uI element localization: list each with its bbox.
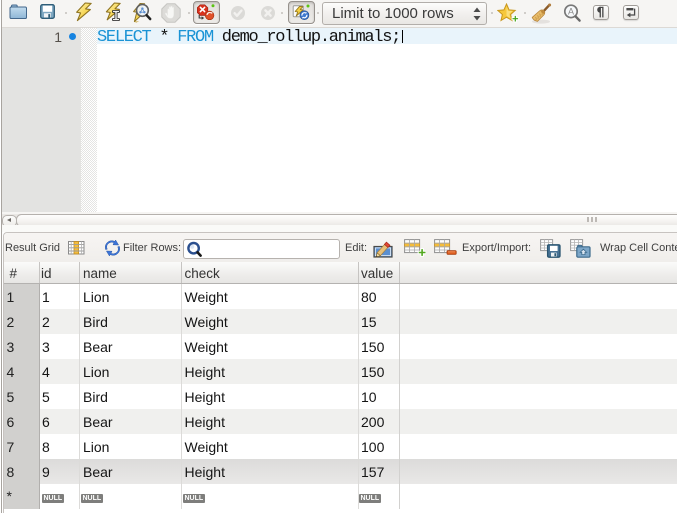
svg-text:A: A [568,7,574,17]
